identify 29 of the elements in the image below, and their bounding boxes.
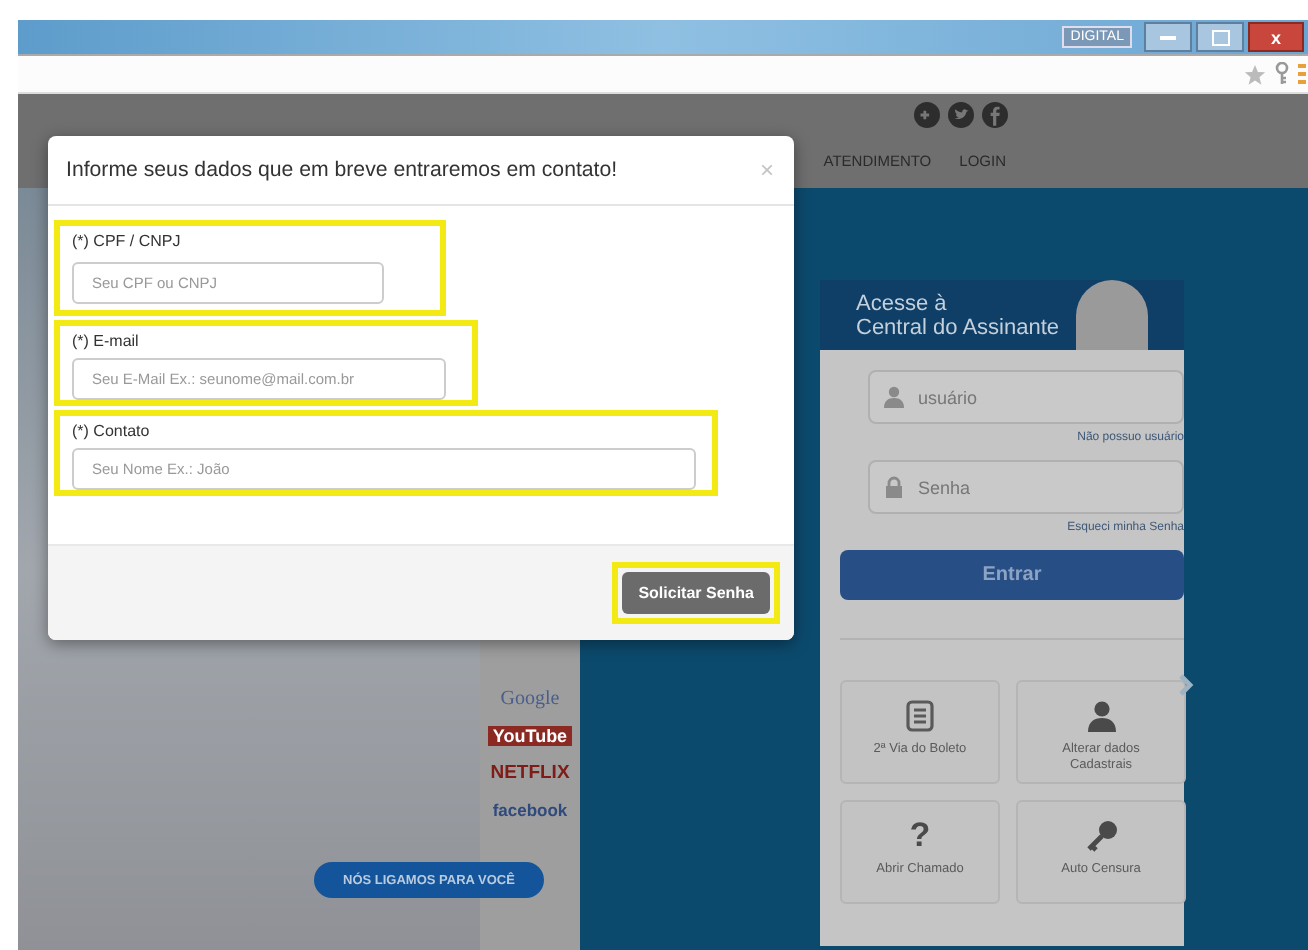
password-field[interactable]: Senha bbox=[868, 460, 1184, 514]
bird-icon[interactable] bbox=[948, 102, 974, 128]
chevron-right-icon[interactable] bbox=[1178, 674, 1194, 696]
star-icon[interactable] bbox=[1244, 63, 1266, 85]
key-icon[interactable] bbox=[1274, 62, 1290, 86]
login-title: Acesse à bbox=[856, 291, 949, 315]
user-icon bbox=[1087, 700, 1115, 732]
username-field[interactable]: usuário bbox=[868, 370, 1184, 424]
photo-placeholder bbox=[1076, 280, 1148, 350]
submit-button[interactable]: Solicitar Senha bbox=[622, 572, 770, 614]
google-plus-icon[interactable] bbox=[914, 102, 940, 128]
key-icon bbox=[1085, 820, 1117, 852]
minimize-button[interactable] bbox=[1144, 22, 1192, 52]
partner-logo: facebook bbox=[492, 800, 568, 820]
facebook-icon[interactable] bbox=[982, 102, 1008, 128]
partner-logo: YouTube bbox=[488, 726, 572, 746]
maximize-button[interactable] bbox=[1196, 22, 1244, 52]
partner-logo: NETFLIX bbox=[490, 762, 570, 784]
login-title: Central do Assinante bbox=[856, 315, 1060, 339]
login-button[interactable]: Entrar bbox=[840, 550, 1184, 600]
partner-logo: Google bbox=[500, 688, 560, 710]
field-label: (*) Contato bbox=[72, 422, 152, 440]
question-mark-icon: ? bbox=[909, 820, 931, 852]
menu-icon[interactable] bbox=[1298, 62, 1306, 86]
printer-icon bbox=[906, 700, 934, 732]
dialog-title: Informe seus dados que em breve entraremos em contato! bbox=[66, 158, 618, 182]
field-label: (*) CPF / CNPJ bbox=[72, 232, 183, 250]
field-label: (*) E-mail bbox=[72, 332, 141, 350]
close-button[interactable]: x bbox=[1248, 22, 1304, 52]
